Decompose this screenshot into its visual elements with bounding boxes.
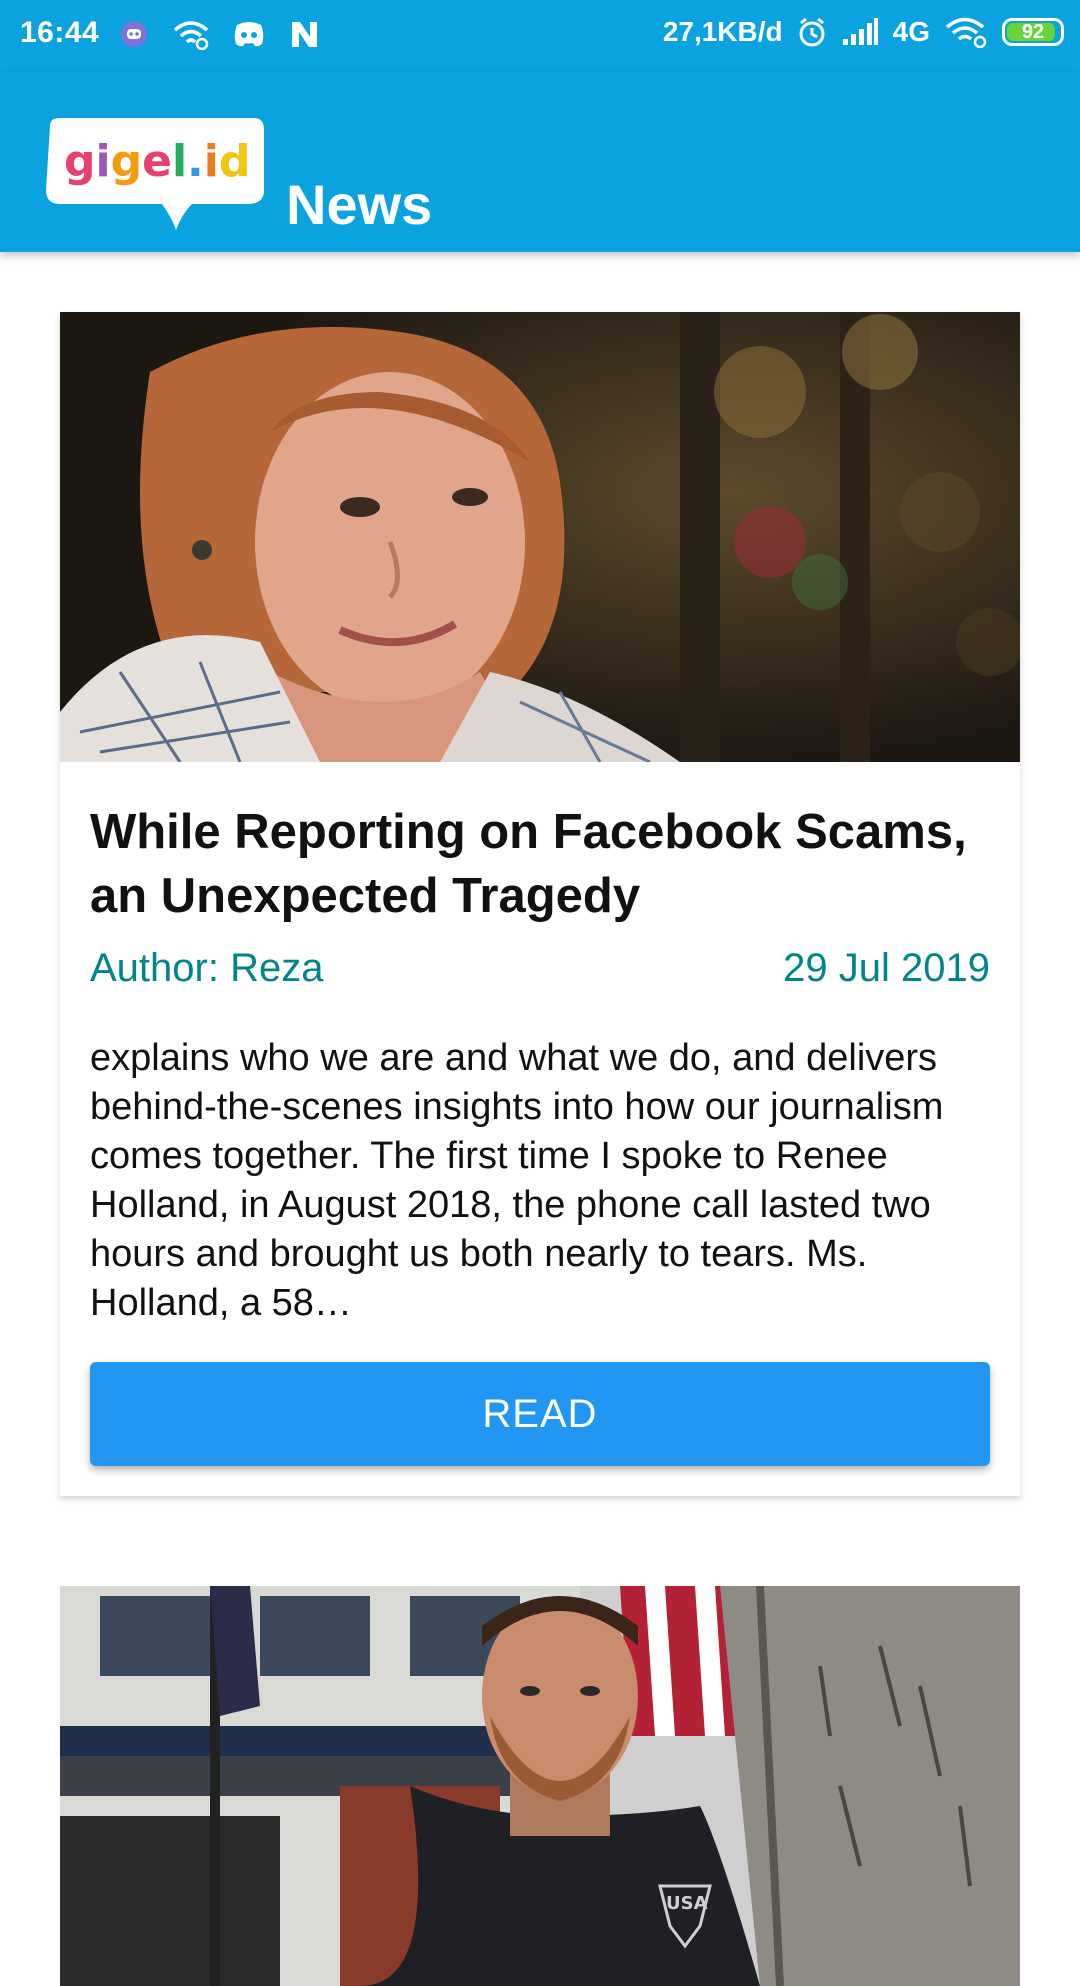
read-button[interactable]: READ (90, 1362, 990, 1466)
status-bar: 16:44 27,1KB/d 4G 92 (0, 0, 1080, 72)
article-author: Author: Reza (90, 946, 324, 990)
shirt-logo-text: USA (666, 1893, 708, 1914)
discord-bubble-icon (121, 21, 147, 47)
network-type: 4G (892, 16, 930, 47)
article-image (60, 312, 1020, 762)
article-excerpt: explains who we are and what we do, and … (90, 1037, 944, 1324)
signal-icon (842, 18, 878, 45)
wifi-icon (945, 17, 987, 48)
news-card[interactable]: While Reporting on Facebook Scams, an Un… (60, 312, 1020, 1496)
n-app-icon (292, 22, 317, 47)
article-title[interactable]: While Reporting on Facebook Scams, an Un… (90, 800, 990, 928)
page-title: News (286, 173, 433, 236)
article-image: USA (60, 1586, 1020, 1986)
article-meta: Author: Reza 29 Jul 2019 (90, 946, 990, 991)
news-card[interactable]: USA (60, 1586, 1020, 1986)
wifi-link-icon (173, 21, 209, 50)
battery-level: 92 (1021, 20, 1045, 43)
gigel-logo: gigel.id (46, 118, 264, 230)
discord-icon (234, 22, 264, 47)
app-bar: gigel.id News (0, 72, 1080, 252)
data-rate: 27,1KB/d (662, 16, 783, 47)
notification-icons (118, 18, 320, 50)
battery-icon: 92 (1002, 18, 1064, 46)
status-time: 16:44 (20, 16, 100, 49)
svg-text:gigel.id: gigel.id (64, 136, 250, 187)
status-right: 27,1KB/d 4G 92 (663, 16, 1064, 48)
alarm-icon (799, 17, 825, 47)
article-date: 29 Jul 2019 (783, 946, 990, 990)
